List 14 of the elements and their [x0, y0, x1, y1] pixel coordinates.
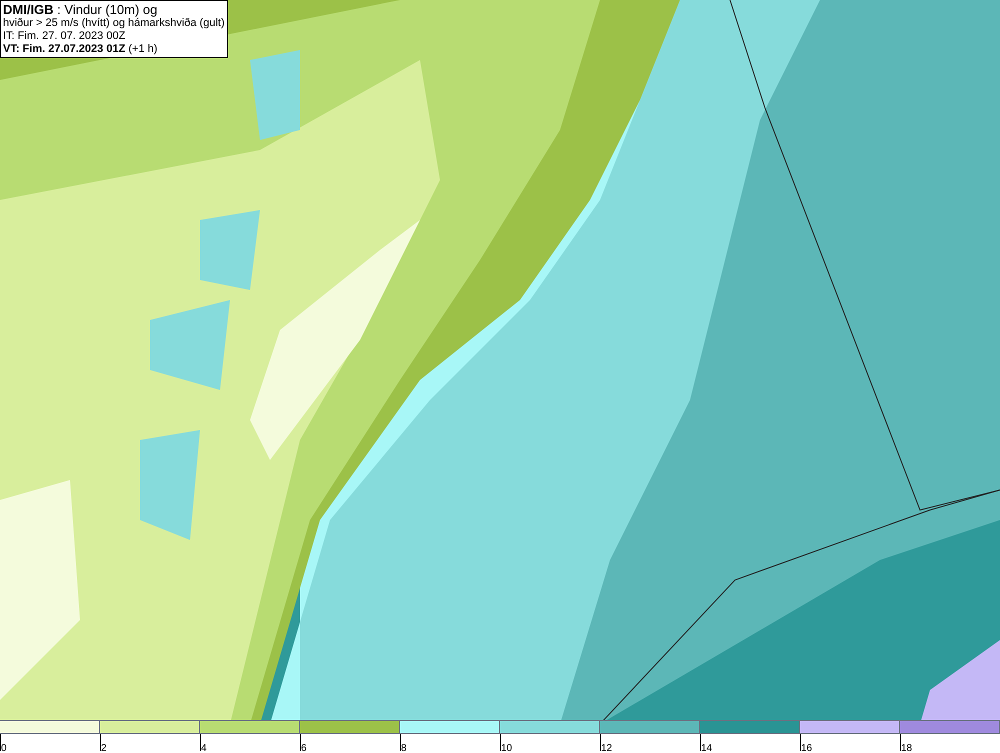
legend-label: 14 — [701, 743, 712, 753]
legend-label: 12 — [601, 743, 612, 753]
header-title: DMI/IGB : Vindur (10m) og — [3, 2, 158, 17]
legend-label: 0 — [1, 743, 7, 753]
legend-label: 10 — [501, 743, 512, 753]
header-text: VT: Fim. 27.07.2023 01Z (+1 h) — [3, 43, 158, 56]
legend-label: 6 — [301, 743, 307, 753]
header-text: hviður > 25 m/s (hvítt) og hámarkshviða (gult) — [3, 17, 225, 30]
header-text: IT: Fim. 27. 07. 2023 00Z — [3, 30, 126, 43]
legend-label: 18 — [901, 743, 912, 753]
legend-label: 16 — [801, 743, 812, 753]
legend-label: 4 — [201, 743, 207, 753]
legend-label: 2 — [101, 743, 107, 753]
legend-label: 8 — [401, 743, 407, 753]
